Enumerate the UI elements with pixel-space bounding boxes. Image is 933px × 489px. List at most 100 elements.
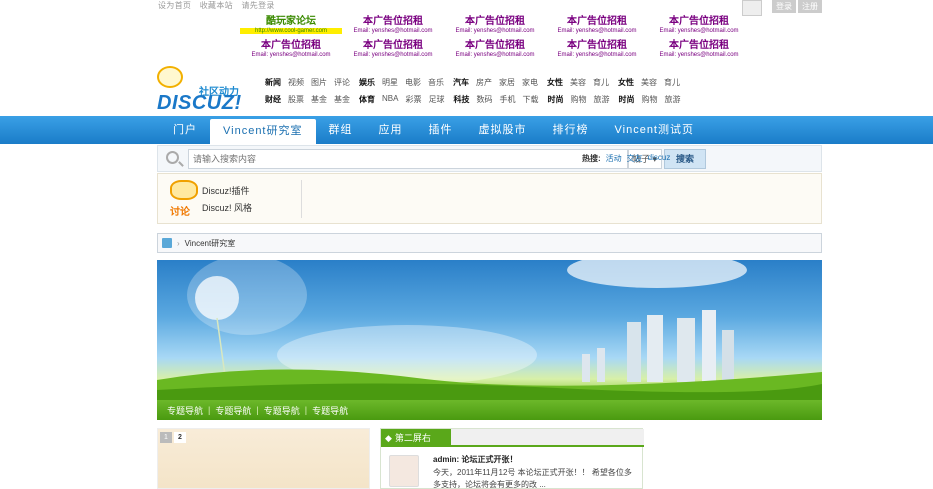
top-link-sethome[interactable]: 设为首页 (158, 1, 191, 10)
category-link[interactable]: 手机 (499, 94, 515, 105)
discussion-icon-label: 讨论 (170, 207, 190, 218)
category-link[interactable]: 明星 (382, 77, 398, 88)
category-group: 汽车 房产 家居 家电 (453, 77, 538, 88)
top-link-login-prompt[interactable]: 请先登录 (241, 1, 274, 10)
slideshow-page-button[interactable]: 1 (160, 432, 172, 443)
category-link[interactable]: 数码 (476, 94, 492, 105)
register-button[interactable]: 注册 (798, 0, 822, 13)
topic-nav-link[interactable]: 专题导航 (264, 404, 300, 417)
category-link[interactable]: 视频 (288, 77, 304, 88)
home-icon[interactable] (162, 238, 172, 248)
ad-slot[interactable]: 本广告位招租 Email: yenshes@hotmail.com (546, 40, 648, 65)
ad-contact: Email: yenshes@hotmail.com (557, 27, 637, 34)
slideshow-page-button[interactable]: 2 (174, 432, 186, 443)
category-link[interactable]: 彩票 (405, 94, 421, 105)
category-link[interactable]: 育儿 (593, 77, 609, 88)
user-avatar[interactable] (742, 0, 762, 16)
ad-title: 本广告位招租 (465, 16, 525, 27)
category-link[interactable]: 足球 (428, 94, 444, 105)
search-icon-handle (178, 161, 184, 167)
category-link[interactable]: 旅游 (664, 94, 680, 105)
nav-item[interactable]: Vincent测试页 (602, 116, 708, 144)
ad-slot[interactable]: 酷玩家论坛 http://www.cool-gamer.com (240, 16, 342, 41)
ad-slot[interactable]: 本广告位招租 Email: yenshes@hotmail.com (648, 40, 750, 65)
ad-slot[interactable]: 本广告位招租 Email: yenshes@hotmail.com (342, 40, 444, 65)
ad-contact: http://www.cool-gamer.com (240, 27, 342, 34)
category-link[interactable]: 育儿 (664, 77, 680, 88)
forum-link-list: Discuz!插件 Discuz! 风格 (202, 184, 252, 218)
forum-link-styles[interactable]: Discuz! 风格 (202, 201, 252, 218)
ad-title: 本广告位招租 (669, 16, 729, 27)
post-title[interactable]: admin: 论坛正式开张！ (433, 454, 517, 465)
author-avatar[interactable] (389, 455, 419, 487)
category-head-link[interactable]: 财经 (265, 94, 281, 105)
category-link[interactable]: 家电 (522, 77, 538, 88)
category-group: 体育 NBA 彩票 足球 (359, 94, 444, 105)
ad-title: 酷玩家论坛 (266, 16, 316, 27)
hot-search: 热搜: 活动 交友 discuz (582, 153, 670, 164)
category-link[interactable]: NBA (382, 94, 398, 105)
nav-item[interactable]: 虚拟股市 (466, 116, 540, 144)
category-head-link[interactable]: 汽车 (453, 77, 469, 88)
category-link[interactable]: 电影 (405, 77, 421, 88)
topic-nav-link[interactable]: 专题导航 (167, 404, 203, 417)
search-input[interactable] (188, 149, 628, 169)
category-link[interactable]: 基金 (311, 94, 327, 105)
ad-contact: Email: yenshes@hotmail.com (659, 51, 739, 58)
ad-slot[interactable]: 本广告位招租 Email: yenshes@hotmail.com (546, 16, 648, 41)
ad-contact: Email: yenshes@hotmail.com (455, 27, 535, 34)
forum-link-plugins[interactable]: Discuz!插件 (202, 184, 252, 201)
hot-search-link[interactable]: 交友 (627, 153, 643, 164)
site-logo[interactable]: 社区动力 DISCUZ! (157, 66, 252, 114)
category-head-link[interactable]: 科技 (453, 94, 469, 105)
category-link[interactable]: 评论 (334, 77, 350, 88)
nav-item[interactable]: 门户 (160, 116, 210, 144)
hot-search-link[interactable]: 活动 (606, 153, 622, 164)
nav-item[interactable]: 应用 (366, 116, 416, 144)
category-head-link[interactable]: 时尚 (547, 94, 563, 105)
divider (301, 180, 302, 218)
panel-tab[interactable]: ◆ 第二屏右 (381, 429, 451, 447)
breadcrumb-current[interactable]: Vincent研究室 (185, 238, 236, 249)
ad-slot[interactable]: 本广告位招租 Email: yenshes@hotmail.com (342, 16, 444, 41)
category-link[interactable]: 家居 (499, 77, 515, 88)
topic-nav-link[interactable]: 专题导航 (215, 404, 251, 417)
breadcrumb: › Vincent研究室 (157, 233, 822, 253)
category-link[interactable]: 图片 (311, 77, 327, 88)
category-head-link[interactable]: 娱乐 (359, 77, 375, 88)
ad-title: 本广告位招租 (363, 40, 423, 51)
ad-title: 本广告位招租 (465, 40, 525, 51)
category-link[interactable]: 购物 (570, 94, 586, 105)
ad-contact: Email: yenshes@hotmail.com (353, 51, 433, 58)
category-link[interactable]: 旅游 (593, 94, 609, 105)
ad-slot[interactable]: 本广告位招租 Email: yenshes@hotmail.com (648, 16, 750, 41)
category-head-link[interactable]: 时尚 (618, 94, 634, 105)
category-link[interactable]: 美容 (641, 77, 657, 88)
category-head-link[interactable]: 女性 (618, 77, 634, 88)
ad-slot[interactable]: 本广告位招租 Email: yenshes@hotmail.com (444, 16, 546, 41)
ad-slot[interactable]: 本广告位招租 Email: yenshes@hotmail.com (240, 40, 342, 65)
category-link[interactable]: 基金 (334, 94, 350, 105)
category-head-link[interactable]: 女性 (547, 77, 563, 88)
category-head-link[interactable]: 体育 (359, 94, 375, 105)
nav-item[interactable]: 插件 (416, 116, 466, 144)
login-button[interactable]: 登录 (772, 0, 796, 13)
category-link[interactable]: 房产 (476, 77, 492, 88)
hot-search-link[interactable]: discuz (648, 153, 671, 164)
ad-slot[interactable]: 本广告位招租 Email: yenshes@hotmail.com (444, 40, 546, 65)
category-link[interactable]: 下载 (522, 94, 538, 105)
category-link[interactable]: 股票 (288, 94, 304, 105)
category-head-link[interactable]: 新闻 (265, 77, 281, 88)
nav-item[interactable]: 排行榜 (540, 116, 602, 144)
category-link[interactable]: 美容 (570, 77, 586, 88)
nav-item[interactable]: Vincent研究室 (210, 119, 316, 144)
topic-nav-link[interactable]: 专题导航 (312, 404, 348, 417)
slideshow: 12 (157, 428, 370, 489)
nav-item[interactable]: 群组 (316, 116, 366, 144)
arrow-right-icon: ◆ (385, 433, 392, 443)
second-screen-right-panel: ◆ 第二屏右 admin: 论坛正式开张！ 今天，2011年11月12号 本论坛正… (380, 428, 644, 489)
top-link-favorite[interactable]: 收藏本站 (200, 1, 233, 10)
category-link[interactable]: 音乐 (428, 77, 444, 88)
category-link[interactable]: 购物 (641, 94, 657, 105)
nav-separator: | (256, 405, 259, 415)
